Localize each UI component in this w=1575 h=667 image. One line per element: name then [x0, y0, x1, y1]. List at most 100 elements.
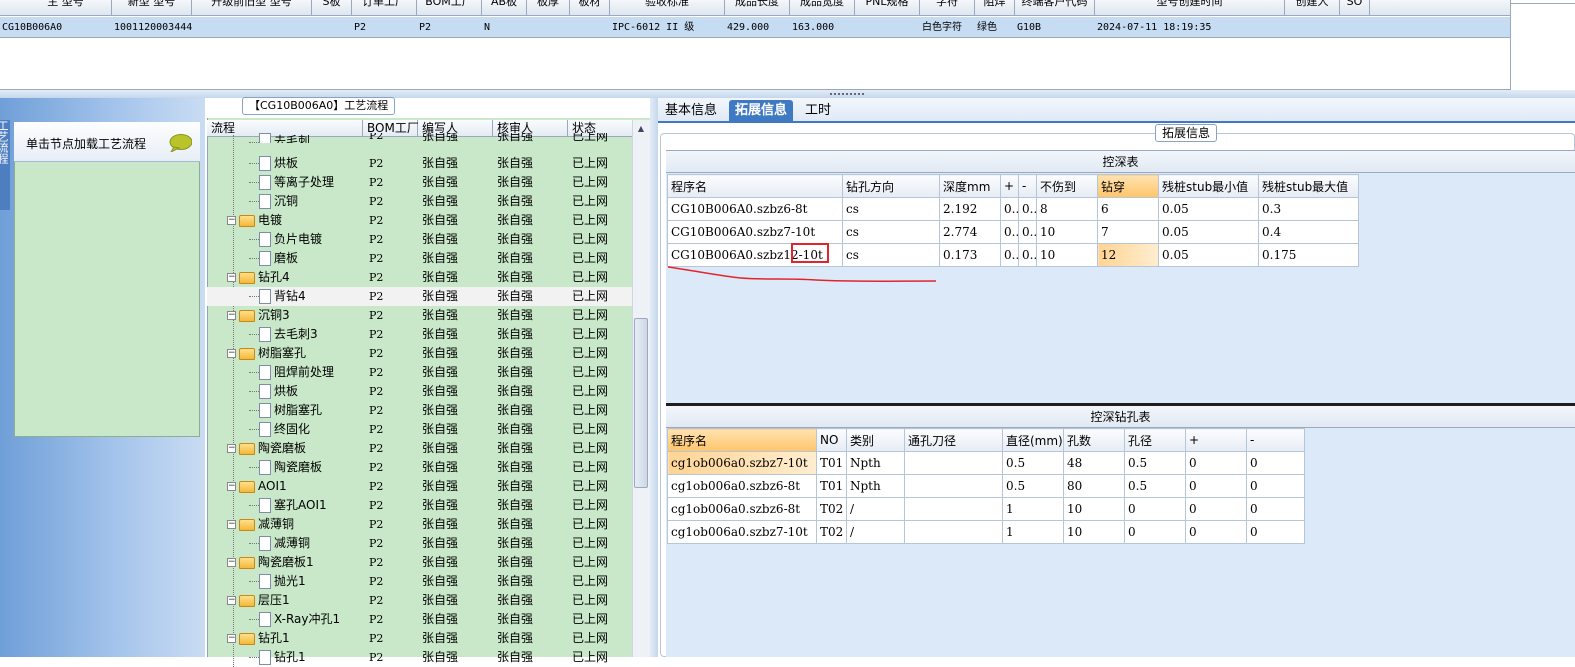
order-grid-cell[interactable]: 绿色: [975, 17, 1015, 38]
table-cell[interactable]: [904, 497, 1003, 521]
order-grid-col[interactable]: 验收标准: [610, 0, 725, 15]
table-cell[interactable]: T01: [816, 451, 847, 475]
table-row[interactable]: CG10B006A0.szbz7-10t cs 2.774 0.. 0.. 10 7 0.05…: [667, 220, 1359, 244]
collapse-toggle-icon[interactable]: −: [227, 311, 236, 320]
collapse-toggle-icon[interactable]: −: [227, 596, 236, 605]
order-grid-col[interactable]: 型号创建时间: [1095, 0, 1285, 15]
order-grid-cell[interactable]: [1340, 17, 1370, 38]
table-cell[interactable]: 0: [1124, 520, 1186, 544]
collapse-toggle-icon[interactable]: −: [227, 482, 236, 491]
order-grid-cell[interactable]: 429.000: [725, 17, 790, 38]
table-column-header[interactable]: 不伤到: [1036, 174, 1098, 198]
order-grid-cell[interactable]: P2: [352, 17, 417, 38]
table-cell[interactable]: 2.774: [939, 220, 1001, 244]
table-column-header[interactable]: -: [1018, 174, 1037, 198]
order-grid-cell[interactable]: 10011200034447: [112, 17, 192, 38]
tree-leaf-node[interactable]: 等离子处理 P2 张自强 张自强 已上网: [207, 173, 632, 192]
table-cell[interactable]: cs: [842, 220, 940, 244]
table-column-header[interactable]: NO: [816, 428, 847, 452]
tree-scroll-thumb[interactable]: [634, 318, 648, 488]
tab-extension-info[interactable]: 拓展信息: [729, 100, 794, 123]
table-column-header[interactable]: 深度mm: [939, 174, 1001, 198]
node-hint-label[interactable]: 单击节点加载工艺流程: [26, 135, 146, 152]
table-cell[interactable]: /: [846, 520, 905, 544]
tab-basic-info[interactable]: 基本信息: [659, 100, 723, 123]
table-column-header[interactable]: 钻穿: [1097, 174, 1159, 198]
order-grid-col[interactable]: 成品宽度: [790, 0, 855, 15]
tree-folder-node[interactable]: − 沉铜3 P2 张自强 张自强 已上网: [207, 306, 632, 325]
order-grid-col[interactable]: 创建人: [1285, 0, 1340, 15]
table-cell[interactable]: 0..: [1018, 220, 1037, 244]
tree-folder-node[interactable]: − 层压1 P2 张自强 张自强 已上网: [207, 591, 632, 610]
table-cell[interactable]: 0: [1246, 520, 1305, 544]
tree-leaf-node[interactable]: 减薄铜 P2 张自强 张自强 已上网: [207, 534, 632, 553]
collapse-toggle-icon[interactable]: −: [227, 444, 236, 453]
table-cell[interactable]: 0.5: [1124, 451, 1186, 475]
table-cell[interactable]: 0.175: [1258, 243, 1359, 267]
order-grid-cell[interactable]: [312, 17, 352, 38]
vertical-tab-process[interactable]: 工艺流程: [0, 120, 10, 210]
table-cell[interactable]: 0: [1185, 497, 1247, 521]
vertical-splitter[interactable]: [650, 98, 658, 657]
table-column-header[interactable]: +: [1000, 174, 1019, 198]
table-cell[interactable]: 10: [1036, 220, 1098, 244]
table-column-header[interactable]: 残桩stub最大值: [1258, 174, 1359, 198]
table-row[interactable]: cg1ob006a0.szbz6-8t T02/1 10 0 0 0: [667, 497, 1305, 521]
tree-leaf-node[interactable]: 烘板 P2 张自强 张自强 已上网: [207, 382, 632, 401]
order-grid-cell[interactable]: [855, 17, 920, 38]
tree-leaf-node[interactable]: 抛光1 P2 张自强 张自强 已上网: [207, 572, 632, 591]
order-grid-cell[interactable]: IPC-6012 II 级: [610, 17, 725, 38]
order-grid-cell[interactable]: [570, 17, 610, 38]
table-cell[interactable]: 0..: [1018, 197, 1037, 221]
tree-leaf-node[interactable]: X-Ray冲孔1 P2 张自强 张自强 已上网: [207, 610, 632, 629]
order-grid-col[interactable]: AB板: [482, 0, 527, 15]
table-cell[interactable]: CG10B006A0.szbz6-8t: [667, 197, 843, 221]
table-cell[interactable]: cg1ob006a0.szbz7-10t: [667, 520, 817, 544]
tree-folder-node[interactable]: − 电镀 P2 张自强 张自强 已上网: [207, 211, 632, 230]
table-cell[interactable]: 1: [1002, 497, 1064, 521]
order-grid-col[interactable]: 新型 型号: [112, 0, 192, 15]
tree-folder-node[interactable]: − 陶瓷磨板 P2 张自强 张自强 已上网: [207, 439, 632, 458]
table-cell[interactable]: 10: [1063, 497, 1125, 521]
table-cell[interactable]: cg1ob006a0.szbz6-8t: [667, 474, 817, 498]
order-grid-col[interactable]: 升级前旧型 型号: [192, 0, 312, 15]
table-cell[interactable]: 0: [1124, 497, 1186, 521]
order-grid-cell[interactable]: [192, 17, 312, 38]
tree-leaf-node[interactable]: 背钻4 P2 张自强 张自强 已上网: [207, 287, 632, 306]
table-cell[interactable]: 0..: [1018, 243, 1037, 267]
table-cell[interactable]: 0.4: [1258, 220, 1359, 244]
table-column-header[interactable]: 类别: [846, 428, 905, 452]
table-cell[interactable]: 7: [1097, 220, 1159, 244]
table-cell[interactable]: 0: [1246, 474, 1305, 498]
table-cell[interactable]: 0..: [1000, 220, 1019, 244]
tree-leaf-node[interactable]: 钻孔1 P2 张自强 张自强 已上网: [207, 648, 632, 667]
table-column-header[interactable]: 程序名: [667, 174, 843, 198]
tree-leaf-node[interactable]: 负片电镀 P2 张自强 张自强 已上网: [207, 230, 632, 249]
table-column-header[interactable]: 钻孔方向: [842, 174, 940, 198]
table-cell[interactable]: 0.173: [939, 243, 1001, 267]
horizontal-splitter[interactable]: [0, 90, 1575, 98]
table-cell[interactable]: 2.192: [939, 197, 1001, 221]
table-row[interactable]: cg1ob006a0.szbz7-10t T02/1 10 0 0 0: [667, 520, 1305, 544]
order-grid-col[interactable]: 成品长度: [725, 0, 790, 15]
order-grid-col[interactable]: S板: [312, 0, 352, 15]
order-grid-cell[interactable]: [527, 17, 570, 38]
tree-leaf-node[interactable]: 去毛刺3 P2 张自强 张自强 已上网: [207, 325, 632, 344]
tree-folder-node[interactable]: − 树脂塞孔 P2 张自强 张自强 已上网: [207, 344, 632, 363]
order-grid-col[interactable]: 终端客户代码: [1015, 0, 1095, 15]
order-grid-cell[interactable]: G10B: [1015, 17, 1095, 38]
table-row[interactable]: cg1ob006a0.szbz6-8t T01 Npth 0.5 80 0.5 0 0: [667, 474, 1305, 498]
tree-leaf-node[interactable]: 陶瓷磨板 P2 张自强 张自强 已上网: [207, 458, 632, 477]
table-cell[interactable]: 12: [1097, 243, 1159, 267]
order-grid-col[interactable]: 主 型号: [20, 0, 112, 15]
table-cell[interactable]: 0: [1185, 474, 1247, 498]
table-cell[interactable]: 10: [1063, 520, 1125, 544]
table-cell[interactable]: 0..: [1000, 243, 1019, 267]
table-cell[interactable]: 0: [1185, 520, 1247, 544]
table-cell[interactable]: 1: [1002, 520, 1064, 544]
collapse-toggle-icon[interactable]: −: [227, 634, 236, 643]
table-column-header[interactable]: 残桩stub最小值: [1158, 174, 1259, 198]
table-cell[interactable]: 0.5: [1124, 474, 1186, 498]
order-grid-col[interactable]: 订单工厂: [352, 0, 417, 15]
table-cell[interactable]: 0.5: [1002, 451, 1064, 475]
